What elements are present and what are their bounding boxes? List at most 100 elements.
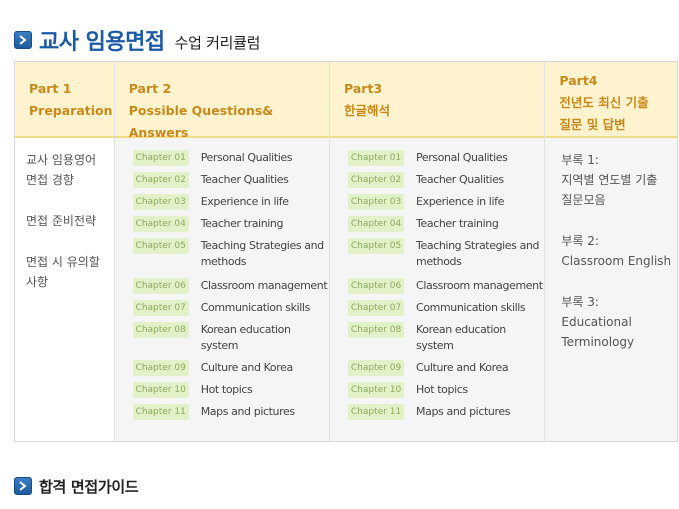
chapter-row: Chapter 10 Hot topics — [348, 382, 544, 398]
chapter-row: Chapter 01 Personal Qualities — [132, 150, 329, 166]
chapter-row: Chapter 07 Communication skills — [132, 300, 329, 316]
chapter-badge: Chapter 02 — [348, 172, 405, 188]
chapter-title: Personal Qualities — [200, 151, 293, 164]
column-body-part4: 부록 1: 지역별 연도별 기출 질문모음 부록 2: Classroom En… — [545, 138, 677, 441]
curriculum-title-row: 교사 임용면접 수업 커리큘럼 — [14, 26, 261, 55]
column-body-part1: 교사 임용영어 면접 경향 면접 준비전략 면접 시 유의할 사항 — [15, 138, 114, 441]
column-part3: Part3 한글해석 Chapter 01 Personal Qualities C… — [330, 62, 546, 441]
chapter-title: Experience in life — [200, 195, 289, 208]
chapter-badge: Chapter 01 — [348, 150, 405, 166]
column-header-part4: Part4 전년도 최신 기출 질문 및 답변 — [545, 62, 677, 138]
chapter-title: Teacher Qualities — [200, 173, 289, 186]
header-line: Part3 — [344, 81, 383, 96]
chapter-badge: Chapter 06 — [348, 278, 405, 294]
chapter-badge: Chapter 05 — [132, 238, 189, 254]
item-line: 사항 — [26, 275, 49, 289]
chapter-badge: Chapter 05 — [348, 238, 405, 254]
column-part1: Part 1 Preparation 교사 임용영어 면접 경향 면접 준비전략… — [15, 62, 115, 441]
chapter-row: Chapter 02 Teacher Qualities — [132, 172, 329, 188]
chapter-row: Chapter 04 Teacher training — [348, 216, 544, 232]
chapter-title: Culture and Korea — [200, 361, 294, 374]
chapter-badge: Chapter 06 — [132, 278, 189, 294]
chapter-row: Chapter 05 Teaching Strategies and method… — [348, 238, 544, 270]
chapter-title: Hot topics — [416, 383, 468, 396]
column-header-part1: Part 1 Preparation — [15, 62, 114, 138]
list-item: 면접 준비전략 — [26, 211, 114, 231]
chapter-row: Chapter 10 Hot topics — [132, 382, 329, 398]
chapter-title: Teacher training — [200, 217, 284, 230]
item-line: 부록 3: — [561, 295, 599, 309]
chapter-title: Maps and pictures — [200, 405, 295, 418]
chapter-title: Communication skills — [200, 301, 311, 314]
chapter-badge: Chapter 01 — [132, 150, 189, 166]
chapter-badge: Chapter 03 — [348, 194, 405, 210]
header-line: Part 1 — [29, 81, 72, 96]
column-header-part2: Part 2 Possible Questions& Answers — [114, 62, 330, 140]
page-title: 교사 임용면접 — [39, 30, 165, 55]
chapter-row: Chapter 03 Experience in life — [348, 194, 544, 210]
chapter-row: Chapter 08 Korean education system — [348, 322, 544, 354]
item-line: Terminology — [561, 335, 635, 349]
arrow-bullet-icon — [14, 477, 32, 495]
chapter-row: Chapter 03 Experience in life — [132, 194, 329, 210]
item-line: 면접 준비전략 — [26, 214, 97, 228]
column-body-part2: Chapter 01 Personal Qualities Chapter 02 Te… — [114, 138, 330, 441]
header-line: Preparation — [29, 103, 113, 118]
page-subtitle: 수업 커리큘럼 — [174, 33, 261, 52]
chapter-row: Chapter 06 Classroom management — [348, 278, 544, 294]
chapter-badge: Chapter 10 — [348, 382, 405, 398]
chapter-badge: Chapter 11 — [348, 404, 405, 420]
chapter-badge: Chapter 10 — [132, 382, 189, 398]
list-item: 교사 임용영어 면접 경향 — [26, 150, 114, 190]
chapter-badge: Chapter 11 — [132, 404, 189, 420]
item-line: 면접 경향 — [26, 173, 74, 187]
column-part4: Part4 전년도 최신 기출 질문 및 답변 부록 1: 지역별 연도별 기출… — [545, 62, 677, 441]
list-item: 부록 3: Educational Terminology — [561, 292, 677, 352]
header-line: Part4 — [559, 73, 598, 88]
column-body-part3: Chapter 01 Personal Qualities Chapter 02 Te… — [330, 138, 545, 441]
chapter-badge: Chapter 08 — [348, 322, 405, 338]
chapter-title: Culture and Korea — [416, 361, 509, 374]
chapter-badge: Chapter 07 — [348, 300, 405, 316]
chapter-row: Chapter 11 Maps and pictures — [348, 404, 544, 420]
header-line: Part 2 — [128, 81, 172, 96]
header-line: 질문 및 답변 — [559, 117, 626, 132]
chapter-row: Chapter 02 Teacher Qualities — [348, 172, 544, 188]
chapter-row: Chapter 01 Personal Qualities — [348, 150, 544, 166]
chapter-title: Teaching Strategies and methods — [416, 239, 540, 268]
chapter-badge: Chapter 03 — [132, 194, 189, 210]
arrow-bullet-icon — [14, 31, 32, 49]
chapter-row: Chapter 07 Communication skills — [348, 300, 544, 316]
chapter-title: Hot topics — [200, 383, 253, 396]
chapter-row: Chapter 11 Maps and pictures — [132, 404, 329, 420]
chapter-title: Classroom management — [416, 279, 543, 292]
chapter-title: Experience in life — [416, 195, 504, 208]
chapter-row: Chapter 04 Teacher training — [132, 216, 329, 232]
chapter-row: Chapter 08 Korean education system — [132, 322, 329, 354]
chapter-row: Chapter 09 Culture and Korea — [132, 360, 329, 376]
list-item: 부록 2: Classroom English — [561, 231, 677, 271]
item-line: 교사 임용영어 — [26, 153, 97, 167]
header-line: 한글해석 — [344, 103, 391, 118]
chapter-badge: Chapter 02 — [132, 172, 189, 188]
item-line: Classroom English — [561, 254, 672, 268]
column-part2: Part 2 Possible Questions& Answers Chapt… — [114, 62, 331, 441]
chapter-title: Teacher training — [416, 217, 499, 230]
curriculum-table: Part 1 Preparation 교사 임용영어 면접 경향 면접 준비전략… — [14, 61, 678, 442]
item-line: 면접 시 유의할 — [26, 255, 100, 269]
chapter-title: Maps and pictures — [416, 405, 511, 418]
chapter-title: Teacher Qualities — [416, 173, 504, 186]
guide-title-row: 합격 면접가이드 — [14, 475, 139, 497]
item-line: 부록 2: — [561, 234, 599, 248]
chapter-badge: Chapter 09 — [348, 360, 405, 376]
chapter-badge: Chapter 04 — [132, 216, 189, 232]
chapter-title: Teaching Strategies and methods — [200, 239, 324, 268]
list-item: 부록 1: 지역별 연도별 기출 질문모음 — [561, 150, 677, 210]
header-line: 전년도 최신 기출 — [559, 95, 649, 110]
list-item: 면접 시 유의할 사항 — [26, 252, 114, 292]
chapter-row: Chapter 09 Culture and Korea — [348, 360, 544, 376]
chapter-title: Korean education system — [200, 323, 291, 352]
chapter-list: Chapter 01 Personal Qualities Chapter 02 Te… — [115, 150, 329, 420]
guide-title: 합격 면접가이드 — [39, 477, 139, 496]
chapter-title: Korean education system — [416, 323, 506, 352]
